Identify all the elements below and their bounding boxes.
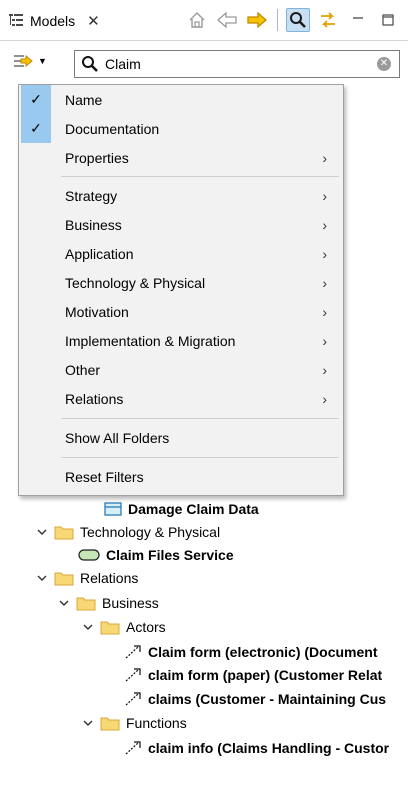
folder-icon <box>54 572 74 585</box>
tree-item-technology-physical[interactable]: Technology & Physical <box>36 521 220 543</box>
menu-item-motivation[interactable]: Motivation › <box>21 297 341 326</box>
chevron-right-icon: › <box>322 332 327 349</box>
tree-item-functions[interactable]: Functions <box>82 712 187 734</box>
close-icon[interactable]: ✕ <box>87 12 100 30</box>
tree-item-relations[interactable]: Relations <box>36 567 138 589</box>
chevron-down-icon[interactable] <box>82 719 94 727</box>
relation-arrow-icon <box>125 645 141 659</box>
tree-item-actors[interactable]: Actors <box>82 616 166 638</box>
models-tree-icon <box>8 13 24 30</box>
view-toolbar <box>185 8 400 32</box>
menu-separator <box>61 457 339 458</box>
relation-arrow-icon <box>125 741 141 755</box>
tree-item-claim-files-service[interactable]: Claim Files Service <box>78 544 234 566</box>
chevron-down-icon[interactable] <box>82 623 94 631</box>
chevron-right-icon: › <box>322 245 327 262</box>
search-row: ▼ ✕ <box>0 42 408 82</box>
menu-item-implementation-migration[interactable]: Implementation & Migration › <box>21 326 341 355</box>
filter-dropdown-button[interactable]: ▼ <box>12 52 47 70</box>
relation-arrow-icon <box>125 668 141 682</box>
chevron-right-icon: › <box>322 303 327 320</box>
chevron-down-icon[interactable] <box>36 574 48 582</box>
chevron-right-icon: › <box>322 361 327 378</box>
minimize-icon[interactable] <box>346 8 370 32</box>
data-object-icon <box>104 502 122 516</box>
filter-icon <box>14 54 33 68</box>
menu-separator <box>61 418 339 419</box>
menu-item-reset-filters[interactable]: Reset Filters <box>21 462 341 491</box>
folder-icon <box>100 717 120 730</box>
search-icon[interactable] <box>286 8 310 32</box>
folder-icon <box>76 597 96 610</box>
view-tab-bar: Models ✕ <box>0 0 408 41</box>
menu-item-properties[interactable]: Properties › <box>21 143 341 172</box>
tab-models[interactable]: Models ✕ <box>8 8 100 34</box>
search-box[interactable]: ✕ <box>74 50 400 78</box>
folder-icon <box>54 526 74 539</box>
tree-item-claim-form-electronic[interactable]: Claim form (electronic) (Document <box>124 641 377 663</box>
menu-item-name[interactable]: ✓ Name <box>21 85 341 114</box>
search-input[interactable] <box>103 55 357 73</box>
link-icon[interactable] <box>316 8 340 32</box>
chevron-right-icon: › <box>322 149 327 166</box>
menu-separator <box>61 176 339 177</box>
tab-title: Models <box>30 13 76 29</box>
folder-icon <box>100 621 120 634</box>
back-arrow-icon[interactable] <box>215 8 239 32</box>
chevron-down-icon[interactable] <box>36 528 48 536</box>
chevron-right-icon: › <box>322 216 327 233</box>
tree-item-claim-info[interactable]: claim info (Claims Handling - Custor <box>124 737 389 759</box>
chevron-right-icon: › <box>322 390 327 407</box>
menu-item-other[interactable]: Other › <box>21 355 341 384</box>
check-icon: ✓ <box>21 114 51 143</box>
clear-search-icon[interactable]: ✕ <box>377 57 391 71</box>
check-icon: ✓ <box>21 85 51 114</box>
chevron-down-icon[interactable] <box>58 599 70 607</box>
menu-item-business[interactable]: Business › <box>21 210 341 239</box>
toolbar-separator <box>277 9 278 31</box>
tree-item-damage-claim-data[interactable]: Damage Claim Data <box>104 498 259 520</box>
chevron-right-icon: › <box>322 274 327 291</box>
search-icon <box>82 56 98 72</box>
menu-item-documentation[interactable]: ✓ Documentation <box>21 114 341 143</box>
chevron-right-icon: › <box>322 187 327 204</box>
forward-arrow-icon[interactable] <box>245 8 269 32</box>
maximize-icon[interactable] <box>376 8 400 32</box>
home-icon[interactable] <box>185 8 209 32</box>
menu-item-relations[interactable]: Relations › <box>21 384 341 413</box>
menu-item-strategy[interactable]: Strategy › <box>21 181 341 210</box>
chevron-down-icon: ▼ <box>38 56 47 66</box>
tree-item-business[interactable]: Business <box>58 592 159 614</box>
menu-item-show-all-folders[interactable]: Show All Folders <box>21 423 341 452</box>
relation-arrow-icon <box>125 692 141 706</box>
menu-item-technology-physical[interactable]: Technology & Physical › <box>21 268 341 297</box>
service-icon <box>78 549 100 561</box>
menu-item-application[interactable]: Application › <box>21 239 341 268</box>
filter-dropdown-menu: ✓ Name ✓ Documentation Properties › Stra… <box>18 84 344 496</box>
tree-item-claims[interactable]: claims (Customer - Maintaining Cus <box>124 688 386 710</box>
tree-item-claim-form-paper[interactable]: claim form (paper) (Customer Relat <box>124 664 382 686</box>
